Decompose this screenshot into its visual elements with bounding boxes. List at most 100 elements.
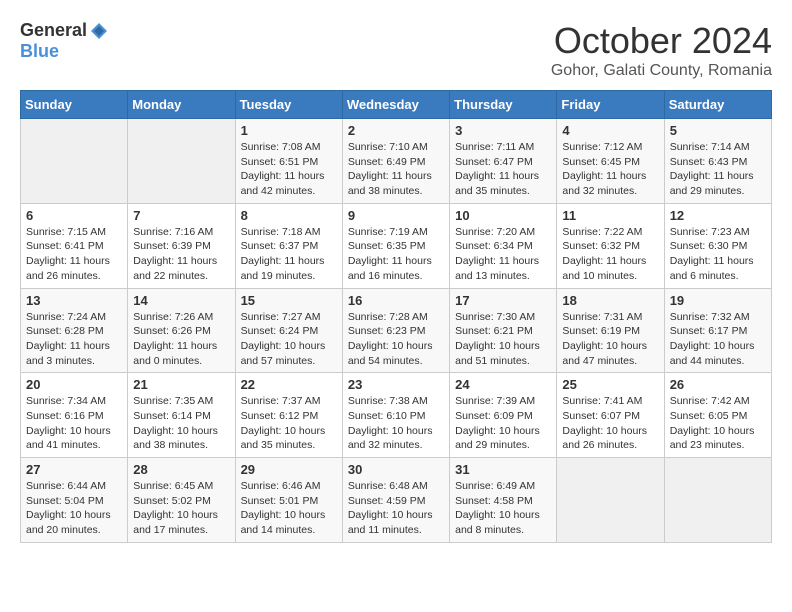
day-number: 6: [26, 208, 122, 223]
calendar-cell: 20 Sunrise: 7:34 AMSunset: 6:16 PMDayligh…: [21, 373, 128, 458]
day-info: Sunrise: 7:41 AMSunset: 6:07 PMDaylight:…: [562, 394, 658, 453]
day-number: 30: [348, 462, 444, 477]
day-number: 11: [562, 208, 658, 223]
calendar-cell: 5 Sunrise: 7:14 AMSunset: 6:43 PMDaylight…: [664, 119, 771, 204]
calendar-cell: 17 Sunrise: 7:30 AMSunset: 6:21 PMDayligh…: [450, 288, 557, 373]
calendar-cell: 11 Sunrise: 7:22 AMSunset: 6:32 PMDayligh…: [557, 203, 664, 288]
day-info: Sunrise: 7:11 AMSunset: 6:47 PMDaylight:…: [455, 140, 551, 199]
weekday-header: Sunday: [21, 91, 128, 119]
calendar-cell: 14Sunrise: 7:26 AMSunset: 6:26 PMDayligh…: [128, 288, 235, 373]
calendar-cell: 28Sunrise: 6:45 AMSunset: 5:02 PMDayligh…: [128, 458, 235, 543]
weekdays-header: SundayMondayTuesdayWednesdayThursdayFrid…: [21, 91, 772, 119]
calendar-cell: 6 Sunrise: 7:15 AMSunset: 6:41 PMDaylight…: [21, 203, 128, 288]
day-info: Sunrise: 7:32 AMSunset: 6:17 PMDaylight:…: [670, 310, 766, 369]
day-number: 15: [241, 293, 337, 308]
day-number: 21: [133, 377, 229, 392]
month-title: October 2024: [551, 20, 772, 62]
calendar-cell: 31 Sunrise: 6:49 AMSunset: 4:58 PMDayligh…: [450, 458, 557, 543]
title-section: October 2024 Gohor, Galati County, Roman…: [551, 20, 772, 80]
day-number: 26: [670, 377, 766, 392]
calendar-cell: 24 Sunrise: 7:39 AMSunset: 6:09 PMDayligh…: [450, 373, 557, 458]
day-number: 10: [455, 208, 551, 223]
calendar-cell: [664, 458, 771, 543]
day-number: 2: [348, 123, 444, 138]
calendar-cell: 12 Sunrise: 7:23 AMSunset: 6:30 PMDayligh…: [664, 203, 771, 288]
day-info: Sunrise: 7:12 AMSunset: 6:45 PMDaylight:…: [562, 140, 658, 199]
day-number: 16: [348, 293, 444, 308]
calendar-cell: 3 Sunrise: 7:11 AMSunset: 6:47 PMDaylight…: [450, 119, 557, 204]
day-info: Sunrise: 7:15 AMSunset: 6:41 PMDaylight:…: [26, 225, 122, 284]
day-info: Sunrise: 7:14 AMSunset: 6:43 PMDaylight:…: [670, 140, 766, 199]
day-info: Sunrise: 6:49 AMSunset: 4:58 PMDaylight:…: [455, 479, 551, 538]
calendar-week-row: 27Sunrise: 6:44 AMSunset: 5:04 PMDayligh…: [21, 458, 772, 543]
weekday-header: Tuesday: [235, 91, 342, 119]
day-info: Sunrise: 6:48 AMSunset: 4:59 PMDaylight:…: [348, 479, 444, 538]
day-number: 9: [348, 208, 444, 223]
day-info: Sunrise: 7:19 AMSunset: 6:35 PMDaylight:…: [348, 225, 444, 284]
calendar-cell: [557, 458, 664, 543]
calendar-cell: 21Sunrise: 7:35 AMSunset: 6:14 PMDayligh…: [128, 373, 235, 458]
page-header: General Blue October 2024 Gohor, Galati …: [20, 20, 772, 80]
day-info: Sunrise: 7:24 AMSunset: 6:28 PMDaylight:…: [26, 310, 122, 369]
calendar-cell: 19 Sunrise: 7:32 AMSunset: 6:17 PMDayligh…: [664, 288, 771, 373]
day-number: 8: [241, 208, 337, 223]
weekday-header: Saturday: [664, 91, 771, 119]
day-info: Sunrise: 7:30 AMSunset: 6:21 PMDaylight:…: [455, 310, 551, 369]
day-number: 7: [133, 208, 229, 223]
day-number: 4: [562, 123, 658, 138]
day-number: 31: [455, 462, 551, 477]
day-info: Sunrise: 7:42 AMSunset: 6:05 PMDaylight:…: [670, 394, 766, 453]
calendar-cell: 9 Sunrise: 7:19 AMSunset: 6:35 PMDaylight…: [342, 203, 449, 288]
day-info: Sunrise: 7:38 AMSunset: 6:10 PMDaylight:…: [348, 394, 444, 453]
day-number: 29: [241, 462, 337, 477]
calendar-week-row: 20 Sunrise: 7:34 AMSunset: 6:16 PMDayligh…: [21, 373, 772, 458]
calendar-cell: 7 Sunrise: 7:16 AMSunset: 6:39 PMDaylight…: [128, 203, 235, 288]
day-number: 1: [241, 123, 337, 138]
day-info: Sunrise: 7:37 AMSunset: 6:12 PMDaylight:…: [241, 394, 337, 453]
day-info: Sunrise: 7:34 AMSunset: 6:16 PMDaylight:…: [26, 394, 122, 453]
day-info: Sunrise: 7:16 AMSunset: 6:39 PMDaylight:…: [133, 225, 229, 284]
day-number: 19: [670, 293, 766, 308]
day-number: 18: [562, 293, 658, 308]
day-number: 24: [455, 377, 551, 392]
calendar-cell: 15 Sunrise: 7:27 AMSunset: 6:24 PMDayligh…: [235, 288, 342, 373]
calendar-cell: 23 Sunrise: 7:38 AMSunset: 6:10 PMDayligh…: [342, 373, 449, 458]
day-number: 17: [455, 293, 551, 308]
calendar-table: SundayMondayTuesdayWednesdayThursdayFrid…: [20, 90, 772, 543]
logo-blue: Blue: [20, 41, 59, 62]
calendar-cell: 8 Sunrise: 7:18 AMSunset: 6:37 PMDaylight…: [235, 203, 342, 288]
calendar-cell: 4 Sunrise: 7:12 AMSunset: 6:45 PMDaylight…: [557, 119, 664, 204]
calendar-cell: 10Sunrise: 7:20 AMSunset: 6:34 PMDayligh…: [450, 203, 557, 288]
weekday-header: Monday: [128, 91, 235, 119]
calendar-cell: 13Sunrise: 7:24 AMSunset: 6:28 PMDayligh…: [21, 288, 128, 373]
calendar-cell: 2 Sunrise: 7:10 AMSunset: 6:49 PMDaylight…: [342, 119, 449, 204]
day-info: Sunrise: 7:31 AMSunset: 6:19 PMDaylight:…: [562, 310, 658, 369]
day-number: 3: [455, 123, 551, 138]
day-number: 20: [26, 377, 122, 392]
day-number: 27: [26, 462, 122, 477]
day-number: 5: [670, 123, 766, 138]
day-info: Sunrise: 6:46 AMSunset: 5:01 PMDaylight:…: [241, 479, 337, 538]
calendar-cell: 29 Sunrise: 6:46 AMSunset: 5:01 PMDayligh…: [235, 458, 342, 543]
day-number: 25: [562, 377, 658, 392]
calendar-cell: [21, 119, 128, 204]
day-info: Sunrise: 7:18 AMSunset: 6:37 PMDaylight:…: [241, 225, 337, 284]
day-info: Sunrise: 7:28 AMSunset: 6:23 PMDaylight:…: [348, 310, 444, 369]
day-number: 22: [241, 377, 337, 392]
weekday-header: Thursday: [450, 91, 557, 119]
calendar-cell: 1Sunrise: 7:08 AMSunset: 6:51 PMDaylight…: [235, 119, 342, 204]
day-info: Sunrise: 7:27 AMSunset: 6:24 PMDaylight:…: [241, 310, 337, 369]
day-info: Sunrise: 7:39 AMSunset: 6:09 PMDaylight:…: [455, 394, 551, 453]
location-subtitle: Gohor, Galati County, Romania: [551, 62, 772, 80]
day-number: 23: [348, 377, 444, 392]
calendar-week-row: 1Sunrise: 7:08 AMSunset: 6:51 PMDaylight…: [21, 119, 772, 204]
day-number: 12: [670, 208, 766, 223]
calendar-body: 1Sunrise: 7:08 AMSunset: 6:51 PMDaylight…: [21, 119, 772, 543]
calendar-cell: 16 Sunrise: 7:28 AMSunset: 6:23 PMDayligh…: [342, 288, 449, 373]
day-info: Sunrise: 7:22 AMSunset: 6:32 PMDaylight:…: [562, 225, 658, 284]
day-info: Sunrise: 6:45 AMSunset: 5:02 PMDaylight:…: [133, 479, 229, 538]
day-info: Sunrise: 7:23 AMSunset: 6:30 PMDaylight:…: [670, 225, 766, 284]
logo-general: General: [20, 20, 87, 41]
day-info: Sunrise: 7:10 AMSunset: 6:49 PMDaylight:…: [348, 140, 444, 199]
calendar-cell: 27Sunrise: 6:44 AMSunset: 5:04 PMDayligh…: [21, 458, 128, 543]
